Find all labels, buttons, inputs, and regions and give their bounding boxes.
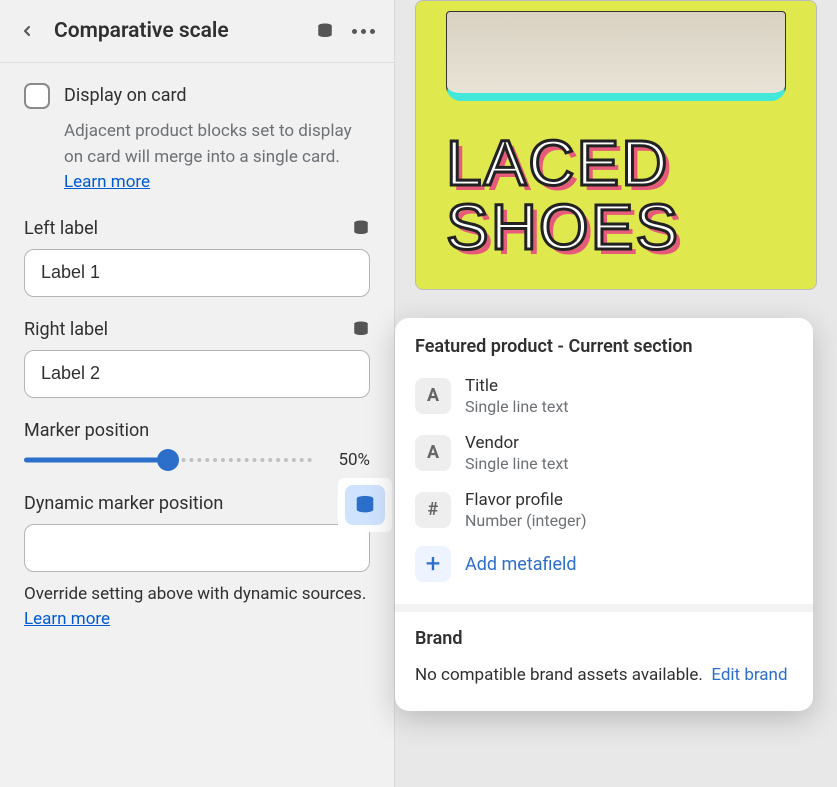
divider (395, 604, 813, 612)
metafield-item-title[interactable]: A Title Single line text (411, 367, 797, 424)
chevron-left-icon (19, 23, 35, 39)
metafield-list: A Title Single line text A Vendor Single… (395, 367, 813, 604)
database-icon[interactable] (352, 219, 370, 237)
settings-sidebar: Comparative scale Display on card Adjace… (0, 0, 395, 787)
right-label-setting: Right label (24, 319, 370, 398)
right-label-input[interactable] (24, 350, 370, 398)
plus-icon: + (415, 546, 451, 582)
popover-title: Featured product - Current section (395, 318, 813, 367)
add-metafield-button[interactable]: + Add metafield (411, 538, 797, 590)
display-on-card-help: Adjacent product blocks set to display o… (64, 119, 370, 196)
metafield-item-vendor[interactable]: A Vendor Single line text (411, 424, 797, 481)
brand-section: Brand No compatible brand assets availab… (395, 612, 813, 711)
learn-more-link[interactable]: Learn more (24, 609, 110, 629)
dynamic-marker-setting: Dynamic marker position Override setting… (24, 493, 370, 633)
brand-section-text: No compatible brand assets available. Ed… (415, 663, 793, 689)
more-actions-button[interactable] (346, 14, 380, 48)
display-on-card-label: Display on card (64, 83, 187, 106)
metafield-name: Vendor (465, 432, 569, 454)
metafield-type: Single line text (465, 454, 569, 473)
panel-header: Comparative scale (0, 0, 394, 63)
metafield-name: Flavor profile (465, 489, 587, 511)
more-icon (352, 29, 375, 34)
marker-position-setting: Marker position 50% (24, 420, 370, 471)
database-icon (354, 494, 376, 516)
database-icon (316, 22, 334, 40)
left-label-input[interactable] (24, 249, 370, 297)
right-label-label: Right label (24, 319, 108, 340)
back-button[interactable] (10, 14, 44, 48)
slider-thumb[interactable] (157, 449, 179, 471)
left-label-setting: Left label (24, 218, 370, 297)
panel-title: Comparative scale (54, 19, 308, 43)
dynamic-source-button[interactable] (345, 485, 385, 525)
text-type-icon: A (415, 378, 451, 414)
marker-position-value: 50% (326, 450, 370, 470)
data-source-button[interactable] (308, 14, 342, 48)
brand-section-title: Brand (415, 628, 793, 649)
metafield-type: Number (integer) (465, 511, 587, 530)
left-label-label: Left label (24, 218, 98, 239)
dynamic-marker-help: Override setting above with dynamic sour… (24, 582, 370, 633)
marker-position-slider[interactable] (24, 449, 312, 471)
text-type-icon: A (415, 435, 451, 471)
database-icon[interactable] (352, 320, 370, 338)
dynamic-marker-label: Dynamic marker position (24, 493, 223, 514)
product-image (446, 11, 786, 101)
marker-position-label: Marker position (24, 420, 370, 441)
number-type-icon: # (415, 492, 451, 528)
dynamic-marker-input[interactable] (24, 524, 370, 572)
product-title: LACED SHOES (446, 131, 786, 259)
learn-more-link[interactable]: Learn more (64, 172, 150, 192)
edit-brand-link[interactable]: Edit brand (711, 665, 787, 685)
metafield-name: Title (465, 375, 569, 397)
metafield-type: Single line text (465, 397, 569, 416)
metafield-item-flavor-profile[interactable]: # Flavor profile Number (integer) (411, 481, 797, 538)
dynamic-source-popover: Featured product - Current section A Tit… (395, 318, 813, 711)
display-on-card-setting: Display on card Adjacent product blocks … (24, 83, 370, 196)
product-preview-card: LACED SHOES (415, 0, 817, 290)
display-on-card-checkbox[interactable] (24, 83, 50, 109)
